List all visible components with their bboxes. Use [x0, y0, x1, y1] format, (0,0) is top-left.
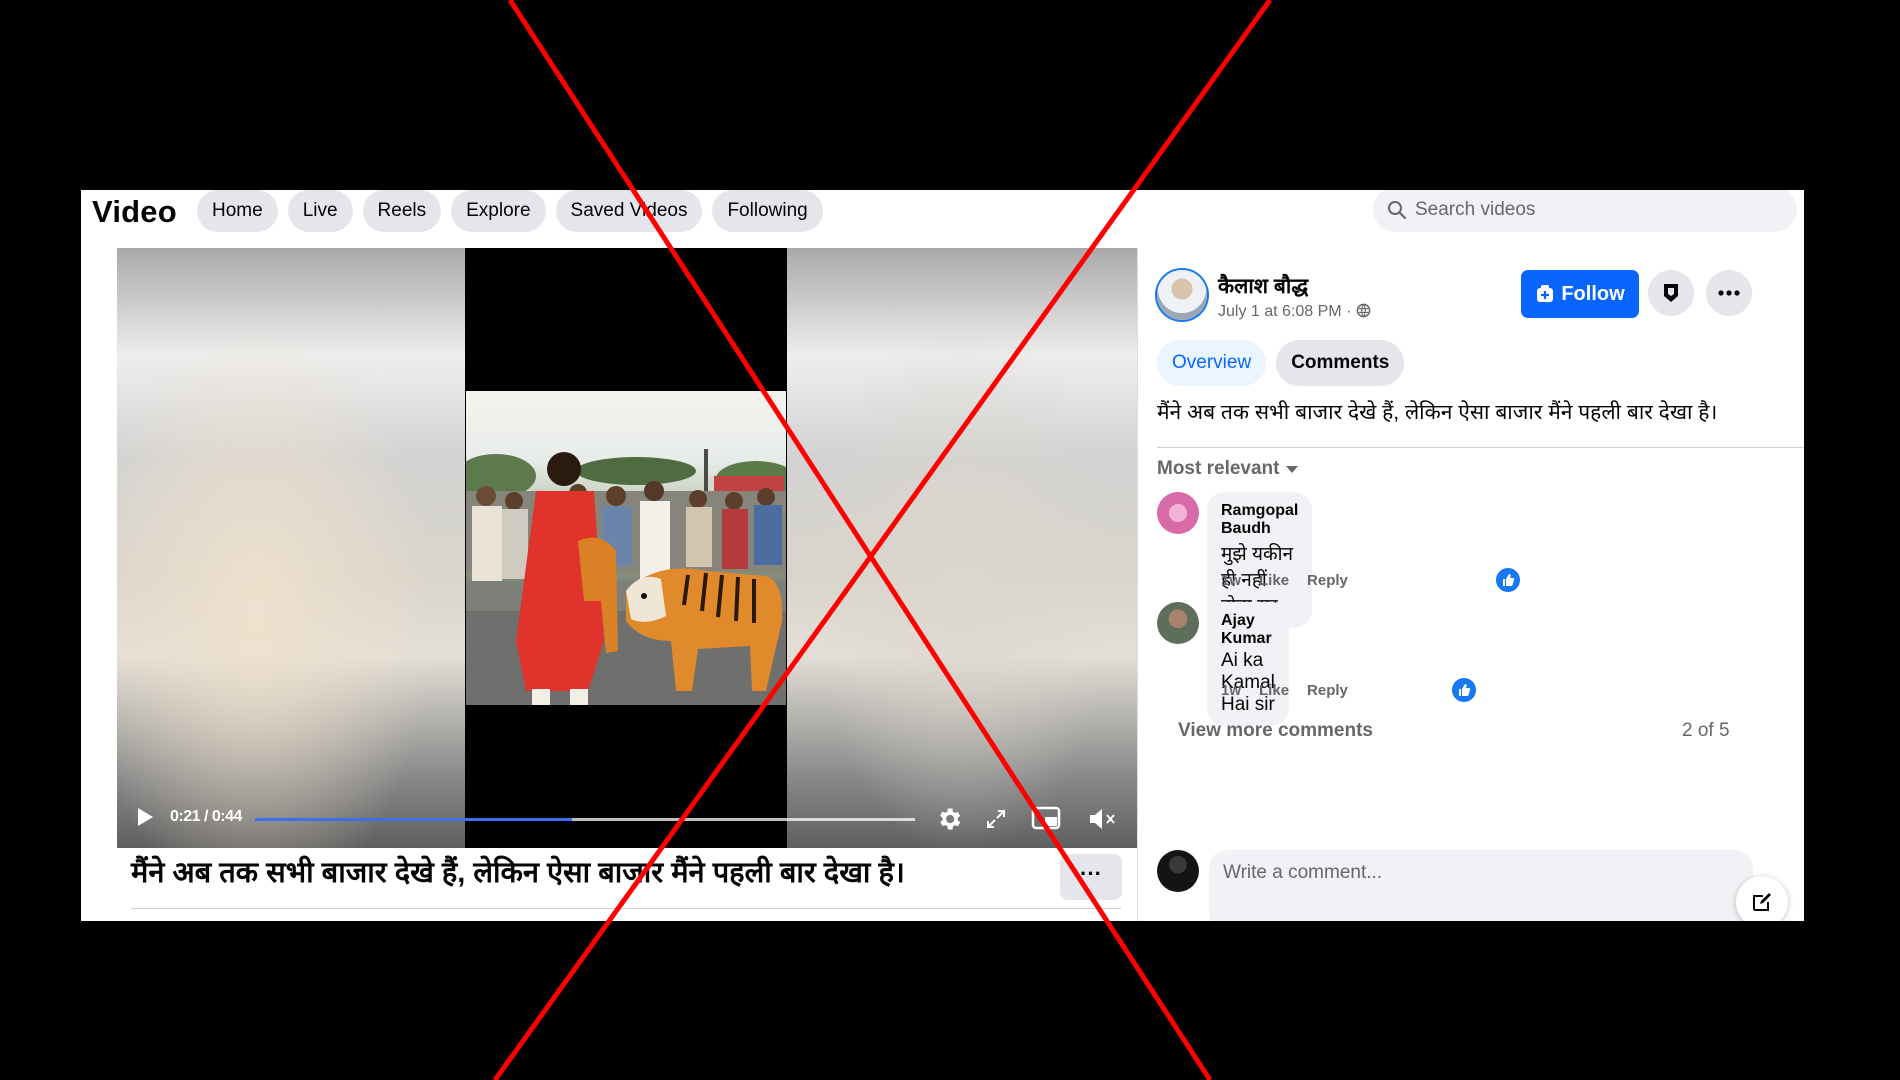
divider — [131, 908, 1121, 909]
comment-bubble: Ajay Kumar Ai ka Kamal Hai sir — [1207, 602, 1289, 726]
globe-icon — [1356, 303, 1371, 318]
thumbs-up-icon — [1459, 684, 1471, 696]
video-frame — [465, 248, 787, 848]
tab-explore[interactable]: Explore — [451, 190, 546, 232]
fullscreen-icon[interactable] — [985, 808, 1007, 830]
comment-age[interactable]: 1w — [1221, 682, 1241, 699]
comment-sort-dropdown[interactable]: Most relevant — [1157, 458, 1299, 480]
progress-bar[interactable] — [255, 818, 915, 821]
top-nav: Video Home Live Reels Explore Saved Vide… — [81, 190, 1804, 248]
panel-divider — [1137, 248, 1138, 921]
tab-following[interactable]: Following — [712, 190, 823, 232]
current-user-avatar[interactable] — [1157, 850, 1199, 892]
commenter-avatar[interactable] — [1157, 492, 1199, 534]
comment-age[interactable]: 1w — [1221, 572, 1241, 589]
tab-saved-videos[interactable]: Saved Videos — [555, 190, 703, 232]
search-icon — [1388, 200, 1407, 219]
video-controls: 0:21 / 0:44 — [117, 788, 1137, 848]
compose-button[interactable] — [1736, 876, 1788, 921]
tab-reels[interactable]: Reels — [362, 190, 442, 232]
tab-home[interactable]: Home — [197, 190, 278, 232]
search-placeholder: Search videos — [1415, 198, 1536, 220]
video-player[interactable]: 0:21 / 0:44 — [117, 248, 1137, 848]
commenter-avatar[interactable] — [1157, 602, 1199, 644]
nav-tabs: Home Live Reels Explore Saved Videos Fol… — [197, 190, 823, 232]
video-caption: मैंने अब तक सभी बाजार देखे हैं, लेकिन ऐस… — [131, 857, 905, 889]
comment-actions: 1w Like Reply — [1221, 682, 1348, 699]
comment-input[interactable]: Write a comment... — [1209, 850, 1753, 921]
commenter-name[interactable]: Ajay Kumar — [1221, 612, 1275, 648]
comment-pager: 2 of 5 — [1682, 720, 1730, 741]
follow-button[interactable]: Follow — [1521, 270, 1639, 318]
add-page-icon — [1537, 285, 1554, 302]
caret-down-icon — [1286, 466, 1299, 473]
pip-icon[interactable] — [1031, 806, 1061, 832]
commenter-name[interactable]: Ramgopal Baudh — [1221, 502, 1298, 538]
tab-live[interactable]: Live — [287, 190, 353, 232]
post-timestamp[interactable]: July 1 at 6:08 PM · — [1218, 303, 1371, 321]
comment-actions: 1w Like Reply — [1221, 572, 1348, 589]
more-options-button[interactable]: ··· — [1060, 854, 1122, 900]
blurred-backdrop-left — [117, 248, 465, 848]
facebook-video-window: Video Home Live Reels Explore Saved Vide… — [81, 190, 1804, 921]
gear-icon[interactable] — [935, 805, 963, 833]
comment-input-placeholder: Write a comment... — [1223, 862, 1383, 883]
video-scene-image — [466, 391, 786, 705]
author-name[interactable]: कैलाश बौद्ध — [1218, 272, 1308, 300]
like-link[interactable]: Like — [1259, 572, 1289, 589]
shield-icon — [1664, 284, 1678, 302]
blurred-backdrop-right — [787, 248, 1137, 848]
mute-icon[interactable] — [1087, 806, 1117, 832]
sort-label: Most relevant — [1157, 458, 1280, 479]
save-button[interactable] — [1648, 270, 1694, 316]
more-button[interactable] — [1706, 270, 1752, 316]
play-icon[interactable] — [135, 806, 155, 828]
search-input[interactable]: Search videos — [1373, 190, 1797, 232]
reaction-count[interactable] — [1450, 676, 1478, 704]
post-description: मैंने अब तक सभी बाजार देखे हैं, लेकिन ऐस… — [1157, 401, 1718, 424]
like-link[interactable]: Like — [1259, 682, 1289, 699]
video-time: 0:21 / 0:44 — [170, 808, 242, 825]
post-timestamp-text: July 1 at 6:08 PM · — [1218, 303, 1356, 320]
reply-link[interactable]: Reply — [1307, 682, 1348, 699]
page-title: Video — [92, 194, 177, 229]
progress-fill — [255, 818, 572, 821]
reaction-count[interactable] — [1494, 566, 1522, 594]
thumbs-up-icon — [1503, 574, 1515, 586]
tab-comments[interactable]: Comments — [1276, 340, 1405, 386]
author-avatar[interactable] — [1157, 270, 1207, 320]
view-more-comments-link[interactable]: View more comments — [1178, 720, 1373, 742]
more-icon — [1718, 290, 1740, 296]
follow-label: Follow — [1561, 282, 1625, 305]
compose-icon — [1753, 893, 1771, 911]
post-tabs: Overview Comments — [1157, 340, 1405, 386]
reply-link[interactable]: Reply — [1307, 572, 1348, 589]
tab-overview[interactable]: Overview — [1157, 340, 1267, 386]
divider — [1157, 447, 1804, 448]
